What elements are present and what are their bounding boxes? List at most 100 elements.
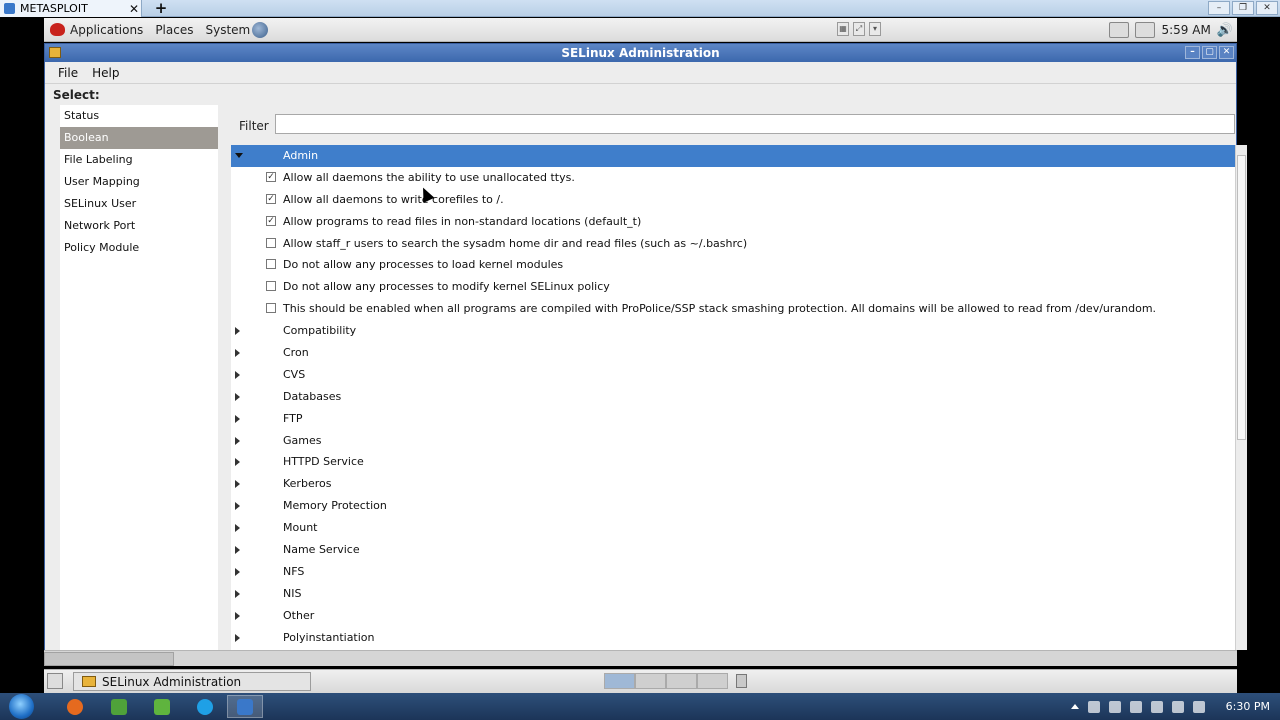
places-menu[interactable]: Places bbox=[149, 18, 199, 42]
tree-group-cvs[interactable]: CVS bbox=[231, 364, 1235, 386]
tree-group-memory-protection[interactable]: Memory Protection bbox=[231, 495, 1235, 517]
tree-group-cron[interactable]: Cron bbox=[231, 342, 1235, 364]
expander-closed-icon[interactable] bbox=[235, 546, 240, 555]
sidebar-item-status[interactable]: Status bbox=[60, 105, 218, 127]
expander-closed-icon[interactable] bbox=[235, 589, 240, 598]
restore-icon[interactable]: ❐ bbox=[1232, 1, 1254, 15]
tree-group-kerberos[interactable]: Kerberos bbox=[231, 473, 1235, 495]
system-menu[interactable]: System bbox=[199, 18, 274, 42]
host-system-tray: 6:30 PM bbox=[1070, 693, 1280, 720]
workspace-1[interactable] bbox=[604, 673, 635, 689]
close-icon[interactable]: ✕ bbox=[1219, 46, 1234, 59]
network-icon[interactable] bbox=[1150, 700, 1163, 713]
new-tab-button[interactable]: + bbox=[152, 0, 170, 17]
window-status-bar bbox=[44, 650, 1237, 666]
filter-input[interactable] bbox=[275, 114, 1235, 134]
window-title-bar[interactable]: SELinux Administration – ▢ ✕ bbox=[45, 44, 1236, 62]
flag-icon[interactable] bbox=[1087, 700, 1100, 713]
menu-file[interactable]: File bbox=[51, 66, 85, 80]
expander-closed-icon[interactable] bbox=[235, 327, 240, 336]
tree-group-nis[interactable]: NIS bbox=[231, 583, 1235, 605]
tree-group-admin[interactable]: Admin bbox=[231, 145, 1235, 167]
maximize-icon[interactable]: ▢ bbox=[1202, 46, 1217, 59]
skype-taskbar-icon[interactable] bbox=[187, 695, 223, 718]
expander-closed-icon[interactable] bbox=[235, 436, 240, 445]
close-icon[interactable]: ✕ bbox=[1256, 1, 1278, 15]
expander-closed-icon[interactable] bbox=[235, 392, 240, 401]
tree-group-ftp[interactable]: FTP bbox=[231, 408, 1235, 430]
expander-closed-icon[interactable] bbox=[235, 480, 240, 489]
trash-icon[interactable] bbox=[736, 674, 747, 688]
power-icon[interactable] bbox=[1129, 700, 1142, 713]
applications-menu[interactable]: Applications bbox=[44, 18, 149, 42]
tree-group-name-service[interactable]: Name Service bbox=[231, 539, 1235, 561]
minimize-icon[interactable]: – bbox=[1208, 1, 1230, 15]
tree-vertical-scrollbar[interactable] bbox=[1235, 145, 1247, 650]
expander-closed-icon[interactable] bbox=[235, 349, 240, 358]
app-taskbar-icon[interactable] bbox=[144, 695, 180, 718]
tree-group-databases[interactable]: Databases bbox=[231, 386, 1235, 408]
expander-closed-icon[interactable] bbox=[235, 633, 240, 642]
boolean-label: Allow all daemons to write corefiles to … bbox=[283, 192, 504, 206]
scrollbar-thumb[interactable] bbox=[1237, 155, 1246, 440]
tray-expand-icon[interactable] bbox=[1070, 704, 1079, 709]
boolean-checkbox[interactable] bbox=[266, 303, 276, 314]
expander-open-icon[interactable] bbox=[235, 153, 243, 158]
volume-icon[interactable] bbox=[1171, 700, 1184, 713]
workspace-2[interactable] bbox=[635, 673, 666, 689]
sidebar-item-selinux-user[interactable]: SELinux User bbox=[60, 193, 218, 215]
start-button-icon[interactable] bbox=[9, 694, 34, 719]
app-taskbar-icon[interactable] bbox=[101, 695, 137, 718]
expander-closed-icon[interactable] bbox=[235, 502, 240, 511]
tree-group-other[interactable]: Other bbox=[231, 605, 1235, 627]
disc-icon[interactable] bbox=[1135, 22, 1156, 38]
expander-closed-icon[interactable] bbox=[235, 567, 240, 576]
updates-notifier-icon[interactable] bbox=[1109, 22, 1130, 38]
app-tray-icon[interactable] bbox=[1192, 700, 1205, 713]
chevron-down-icon[interactable]: ▾ bbox=[869, 22, 881, 36]
host-tab-metasploit[interactable]: METASPLOIT ✕ bbox=[0, 0, 142, 17]
boolean-checkbox[interactable] bbox=[266, 237, 276, 248]
expander-closed-icon[interactable] bbox=[235, 611, 240, 620]
expander-closed-icon[interactable] bbox=[235, 414, 240, 423]
window-title: SELinux Administration bbox=[561, 46, 720, 60]
firefox-taskbar-icon[interactable] bbox=[57, 695, 93, 718]
tree-group-polyinstantiation[interactable]: Polyinstantiation bbox=[231, 627, 1235, 649]
tree-group-label: Compatibility bbox=[283, 324, 357, 338]
minimize-icon[interactable]: – bbox=[1185, 46, 1200, 59]
workspace-4[interactable] bbox=[697, 673, 728, 689]
boolean-checkbox[interactable]: ✓ bbox=[266, 171, 276, 182]
grid-icon[interactable]: ▦ bbox=[837, 22, 849, 36]
boolean-checkbox[interactable]: ✓ bbox=[266, 193, 276, 204]
panel-clock[interactable]: 5:59 AM bbox=[1161, 23, 1210, 37]
expander-closed-icon[interactable] bbox=[235, 370, 240, 379]
taskbar-window-button[interactable]: SELinux Administration bbox=[73, 672, 311, 691]
vm-taskbar-icon[interactable] bbox=[227, 695, 263, 718]
web-browser-launcher-icon[interactable] bbox=[252, 21, 269, 38]
boolean-checkbox[interactable] bbox=[266, 259, 276, 270]
host-clock[interactable]: 6:30 PM bbox=[1226, 700, 1270, 713]
sidebar-item-boolean[interactable]: Boolean bbox=[60, 127, 218, 149]
device-icon[interactable] bbox=[1108, 700, 1121, 713]
tree-group-httpd-service[interactable]: HTTPD Service bbox=[231, 451, 1235, 473]
expander-closed-icon[interactable] bbox=[235, 524, 240, 533]
close-icon[interactable]: ✕ bbox=[127, 2, 141, 16]
tree-group-games[interactable]: Games bbox=[231, 430, 1235, 452]
sidebar-item-file-labeling[interactable]: File Labeling bbox=[60, 149, 218, 171]
sidebar-item-network-port[interactable]: Network Port bbox=[60, 215, 218, 237]
sidebar-item-user-mapping[interactable]: User Mapping bbox=[60, 171, 218, 193]
show-desktop-icon[interactable] bbox=[47, 673, 63, 689]
volume-icon[interactable]: 🔊 bbox=[1217, 23, 1233, 38]
boolean-checkbox[interactable]: ✓ bbox=[266, 215, 276, 226]
boolean-checkbox[interactable] bbox=[266, 281, 276, 292]
tree-group-nfs[interactable]: NFS bbox=[231, 561, 1235, 583]
tree-group-mount[interactable]: Mount bbox=[231, 517, 1235, 539]
fullscreen-icon[interactable]: ⤢ bbox=[853, 22, 865, 36]
tree-group-label: CVS bbox=[283, 367, 306, 381]
menu-help[interactable]: Help bbox=[85, 66, 126, 80]
sidebar-item-policy-module[interactable]: Policy Module bbox=[60, 237, 218, 259]
expander-closed-icon[interactable] bbox=[235, 458, 240, 467]
tree-group-compatibility[interactable]: Compatibility bbox=[231, 320, 1235, 342]
gnome-top-panel: Applications Places System ▦ ⤢ ▾ 5:59 AM… bbox=[44, 18, 1237, 42]
workspace-3[interactable] bbox=[666, 673, 697, 689]
